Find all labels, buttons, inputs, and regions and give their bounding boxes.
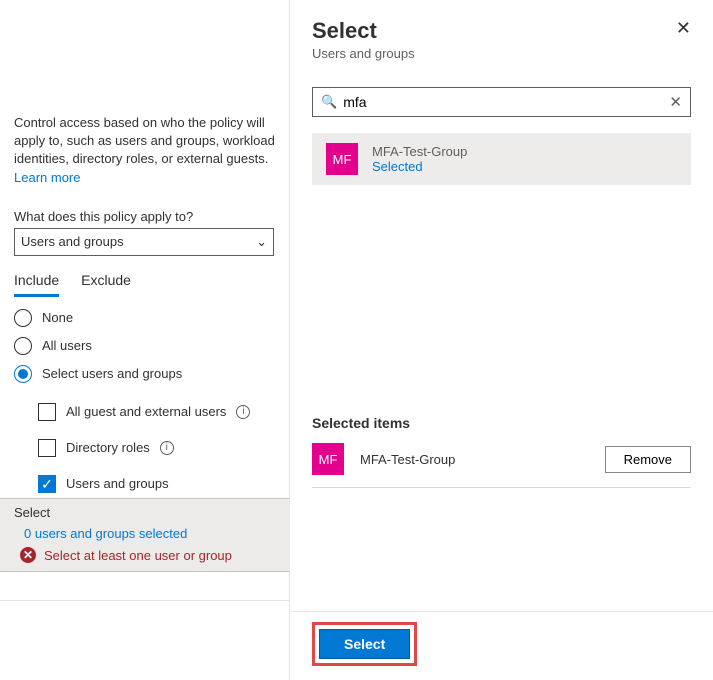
select-panel: Select Users and groups ✕ 🔍 ✕ MF MFA-Tes…	[290, 0, 713, 680]
intro-text: Control access based on who the policy w…	[14, 114, 275, 187]
result-status: Selected	[372, 159, 467, 174]
radio-none[interactable]: None	[14, 309, 275, 327]
selection-error: ✕ Select at least one user or group	[20, 547, 276, 563]
panel-title: Select	[312, 18, 415, 44]
subselect-checks: ✓ All guest and external users i ✓ Direc…	[14, 403, 275, 493]
error-icon: ✕	[20, 547, 36, 563]
clear-search-icon[interactable]: ✕	[669, 93, 682, 111]
selected-items-heading: Selected items	[312, 415, 691, 431]
check-directory-roles[interactable]: ✓ Directory roles i	[38, 439, 275, 457]
learn-more-link[interactable]: Learn more	[14, 170, 80, 185]
include-radio-group: None All users Select users and groups	[14, 309, 275, 383]
radio-all-users[interactable]: All users	[14, 337, 275, 355]
assignments-pane: Control access based on who the policy w…	[0, 0, 290, 680]
search-input-wrap[interactable]: 🔍 ✕	[312, 87, 691, 117]
scope-dropdown[interactable]: Users and groups ⌄	[14, 228, 274, 256]
result-name: MFA-Test-Group	[372, 144, 467, 159]
tab-exclude[interactable]: Exclude	[81, 268, 131, 297]
avatar: MF	[326, 143, 358, 175]
info-icon[interactable]: i	[160, 441, 174, 455]
close-icon[interactable]: ✕	[676, 18, 691, 39]
selected-count-link[interactable]: 0 users and groups selected	[24, 526, 276, 541]
check-users-and-groups[interactable]: ✓ Users and groups	[38, 475, 275, 493]
remove-button[interactable]: Remove	[605, 446, 691, 473]
select-summary-strip: Select 0 users and groups selected ✕ Sel…	[0, 498, 290, 572]
search-input[interactable]	[343, 94, 669, 110]
avatar: MF	[312, 443, 344, 475]
search-result-row[interactable]: MF MFA-Test-Group Selected	[312, 133, 691, 185]
scope-question: What does this policy apply to?	[14, 209, 275, 224]
chevron-down-icon: ⌄	[256, 234, 267, 250]
selected-items-section: Selected items MF MFA-Test-Group Remove	[312, 415, 691, 488]
include-exclude-tabs: Include Exclude	[14, 268, 275, 297]
info-icon[interactable]: i	[236, 405, 250, 419]
radio-select-users-and-groups[interactable]: Select users and groups	[14, 365, 275, 383]
panel-subtitle: Users and groups	[312, 46, 415, 61]
search-icon: 🔍	[321, 94, 337, 110]
selected-item-row: MF MFA-Test-Group Remove	[312, 443, 691, 488]
scope-dropdown-value: Users and groups	[21, 234, 124, 249]
selected-item-name: MFA-Test-Group	[360, 452, 455, 467]
panel-footer: Select	[290, 611, 713, 680]
select-strip-title: Select	[14, 505, 276, 520]
tab-include[interactable]: Include	[14, 268, 59, 297]
check-guest-external[interactable]: ✓ All guest and external users i	[38, 403, 275, 421]
select-button[interactable]: Select	[319, 629, 410, 659]
highlight-box: Select	[312, 622, 417, 666]
